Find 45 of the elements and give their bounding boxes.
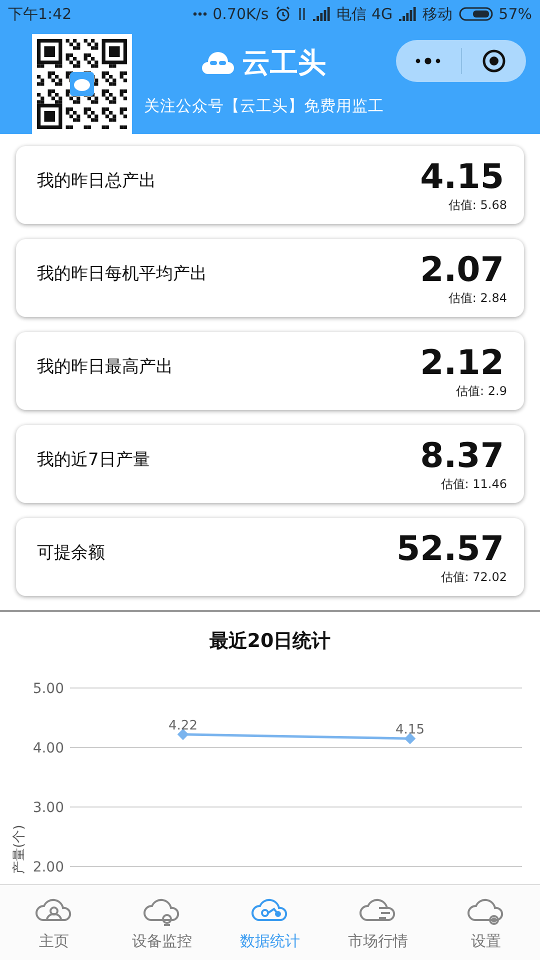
stat-value: 52.57 bbox=[396, 528, 504, 568]
carrier-label: 电信 4G bbox=[336, 4, 393, 24]
data-point bbox=[177, 728, 189, 740]
battery-percent: 57% bbox=[498, 5, 532, 23]
axis-tick-label: 4.00 bbox=[32, 740, 64, 756]
stat-label: 我的近7日产量 bbox=[37, 448, 150, 470]
stat-label: 我的昨日最高产出 bbox=[37, 356, 173, 378]
status-time: 下午1:42 bbox=[8, 4, 72, 24]
axis-label: 产量(个) bbox=[12, 824, 27, 874]
stat-label: 我的昨日总产出 bbox=[37, 170, 156, 192]
axis-tick-label: 3.00 bbox=[32, 800, 64, 816]
data-point bbox=[404, 732, 416, 744]
alarm-icon bbox=[274, 6, 291, 22]
stat-value: 2.12 bbox=[420, 342, 504, 382]
stat-value: 4.15 bbox=[420, 156, 504, 196]
app-title: 云工头 bbox=[242, 45, 326, 81]
tab-item[interactable]: 数据统计 bbox=[216, 885, 324, 960]
tab-item[interactable]: 主页 bbox=[0, 885, 108, 960]
stat-label: 我的昨日每机平均产出 bbox=[37, 262, 207, 284]
tab-item[interactable]: 市场行情 bbox=[324, 885, 432, 960]
more-icon bbox=[415, 57, 442, 65]
estimate-text: 估值: 2.9 bbox=[456, 382, 507, 400]
cloud-sunglasses-icon bbox=[202, 50, 234, 76]
estimate-text: 估值: 72.02 bbox=[440, 568, 507, 586]
data-label: 4.22 bbox=[168, 718, 198, 734]
axis-tick-label: 2.00 bbox=[32, 860, 64, 876]
data-label: 4.15 bbox=[396, 722, 424, 738]
network-speed: 0.70K/s bbox=[212, 5, 269, 23]
stat-label: 可提余额 bbox=[37, 542, 105, 564]
estimate-text: 估值: 2.84 bbox=[448, 290, 507, 306]
battery-icon bbox=[458, 7, 493, 21]
chart-title: 最近20日统计 bbox=[209, 629, 331, 654]
stat-value: 2.07 bbox=[420, 250, 504, 290]
target-icon bbox=[482, 49, 506, 73]
tab-item[interactable]: 设置 bbox=[432, 885, 540, 960]
estimate-text: 估值: 11.46 bbox=[440, 476, 507, 492]
axis-tick-label: 5.00 bbox=[32, 681, 64, 697]
signal-icon bbox=[398, 7, 417, 21]
signal-icon bbox=[312, 7, 331, 21]
subtitle: 关注公众号【云工头】免费用监工 bbox=[144, 96, 384, 117]
carrier-label: 移动 bbox=[422, 4, 453, 24]
dots-icon bbox=[192, 12, 207, 16]
tab-item[interactable]: 设备监控 bbox=[108, 885, 216, 960]
estimate-text: 估值: 5.68 bbox=[448, 196, 507, 214]
stat-value: 8.37 bbox=[420, 436, 504, 476]
